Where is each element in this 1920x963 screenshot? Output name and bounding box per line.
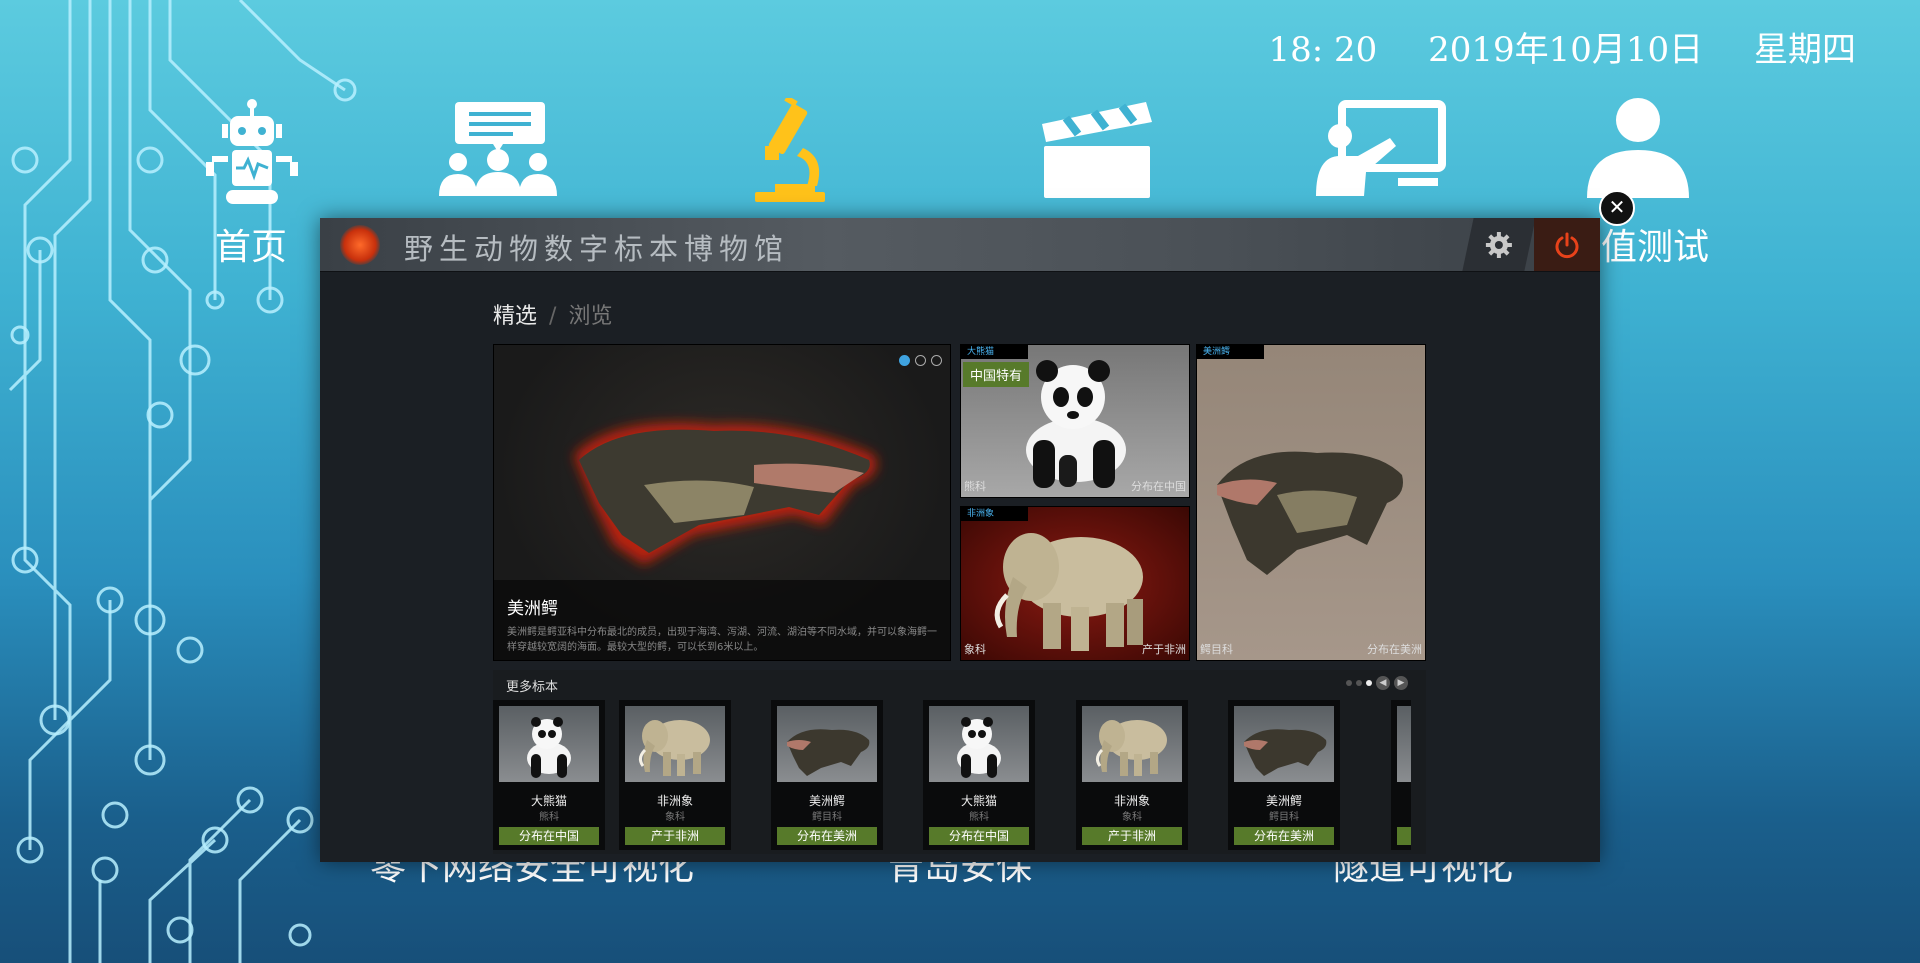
group-chat-icon xyxy=(439,102,557,196)
thumb-card[interactable]: 非洲象 象科 产于非洲 xyxy=(619,700,731,850)
pager-dot[interactable] xyxy=(1366,680,1372,686)
thumb-card[interactable]: 大熊猫 熊科 分布在中国 xyxy=(923,700,1035,850)
carousel-dot[interactable] xyxy=(915,355,926,366)
nav-chat[interactable] xyxy=(428,98,568,213)
view-tabs: 精选 / 浏览 xyxy=(493,298,612,330)
close-icon: ✕ xyxy=(1608,195,1626,219)
thumb-distribution: 分布在中国 xyxy=(499,827,599,845)
next-button[interactable]: ▶ xyxy=(1394,676,1408,690)
card-tag: 非洲象 xyxy=(961,507,1028,521)
feature-title: 美洲鳄 xyxy=(507,599,558,619)
thumb-family: 象科 xyxy=(1122,812,1142,823)
nav-home-label[interactable]: 首页 xyxy=(215,218,287,270)
thumb-card[interactable]: 美洲鳄 鳄目科 分布在美洲 xyxy=(771,700,883,850)
card-family: 鳄目科 xyxy=(1200,643,1233,656)
card-distribution: 分布在美洲 xyxy=(1367,643,1422,656)
more-title: 更多标本 xyxy=(506,680,559,695)
power-button[interactable] xyxy=(1534,218,1600,271)
dragon-logo-icon xyxy=(340,225,380,265)
carousel-dots xyxy=(894,351,942,370)
panda-thumb xyxy=(499,706,599,782)
thumb-distribution: 产于非洲 xyxy=(625,827,725,845)
prev-button[interactable]: ◀ xyxy=(1376,676,1390,690)
tab-separator: / xyxy=(549,304,557,329)
thumb-distribution: 分布在美洲 xyxy=(1234,827,1334,845)
tab-featured[interactable]: 精选 xyxy=(493,304,537,329)
chevron-left-icon: ◀ xyxy=(1379,678,1387,688)
thumb-card[interactable]: 美洲鳄 鳄目科 分布在美洲 xyxy=(1228,700,1340,850)
clock-date: 2019年10月10日 xyxy=(1428,30,1704,70)
power-icon xyxy=(1555,232,1579,258)
pager-dot[interactable] xyxy=(1356,680,1362,686)
card-distribution: 产于非洲 xyxy=(1142,643,1186,656)
carousel-dot[interactable] xyxy=(931,355,942,366)
thumb-name: 非洲象 xyxy=(656,794,693,808)
crocodile-thumb xyxy=(777,706,877,782)
presentation-icon xyxy=(1316,100,1446,196)
more-specimens: 更多标本 ◀ ▶ 大熊猫 熊科 分布在中国 非洲象 象科 产于非洲 美洲鳄 鳄目… xyxy=(493,670,1426,854)
nav-science[interactable] xyxy=(720,98,860,213)
thumb-card-partial[interactable] xyxy=(1391,700,1411,850)
nav-movies[interactable] xyxy=(1028,98,1168,213)
card-crocodile[interactable]: 美洲鳄 鳄目科 分布在美洲 xyxy=(1196,344,1426,661)
elephant-thumb xyxy=(625,706,725,782)
crocodile-image xyxy=(574,423,877,565)
thumb-family: 鳄目科 xyxy=(1269,812,1299,823)
card-tag: 美洲鳄 xyxy=(1197,345,1264,359)
thumb-distribution: 分布在美洲 xyxy=(777,827,877,845)
thumb-family: 鳄目科 xyxy=(812,812,842,823)
carousel-dot[interactable] xyxy=(899,355,910,366)
robot-icon xyxy=(206,99,298,204)
thumb-card[interactable]: 大熊猫 熊科 分布在中国 xyxy=(493,700,605,850)
thumb-distribution: 产于非洲 xyxy=(1082,827,1182,845)
gear-icon xyxy=(1486,231,1512,258)
nav-user[interactable] xyxy=(1568,98,1708,213)
feature-description: 美洲鳄是鳄亚科中分布最北的成员，出现于海湾、泻湖、河流、湖泊等不同水域，并可以象… xyxy=(507,627,937,653)
card-panda[interactable]: 大熊猫 中国特有 熊科 分布在中国 xyxy=(960,344,1190,498)
microscope-icon xyxy=(755,98,825,202)
thumb-family: 熊科 xyxy=(539,812,559,823)
endemic-badge: 中国特有 xyxy=(963,362,1030,387)
panda-thumb xyxy=(929,706,1029,782)
window-header: 野生动物数字标本博物馆 xyxy=(320,218,1600,272)
crocodile-image xyxy=(1217,451,1403,575)
window-title: 野生动物数字标本博物馆 xyxy=(404,232,790,266)
card-elephant[interactable]: 非洲象 象科 产于非洲 xyxy=(960,506,1190,661)
crocodile-thumb xyxy=(1234,706,1334,782)
clock-time: 18: 20 xyxy=(1268,30,1378,70)
clapperboard-icon xyxy=(1042,102,1152,198)
museum-window: 野生动物数字标本博物馆 精选 / 浏览 美洲鳄 美洲鳄是鳄亚科中分布最北的成员，… xyxy=(320,218,1600,862)
card-family: 熊科 xyxy=(964,480,986,493)
thumb-family: 象科 xyxy=(665,812,685,823)
thumb-distribution: 分布在中国 xyxy=(929,827,1029,845)
card-tag: 大熊猫 xyxy=(961,345,1028,359)
thumb-name: 美洲鳄 xyxy=(808,794,845,808)
thumb-name: 美洲鳄 xyxy=(1265,794,1302,808)
more-pager: ◀ ▶ xyxy=(1346,676,1408,690)
clock-weekday: 星期四 xyxy=(1754,30,1856,70)
close-button[interactable]: ✕ xyxy=(1599,190,1635,226)
thumb-name: 大熊猫 xyxy=(960,794,997,808)
settings-button[interactable] xyxy=(1462,218,1536,271)
thumb-card[interactable]: 非洲象 象科 产于非洲 xyxy=(1076,700,1188,850)
card-distribution: 分布在中国 xyxy=(1131,480,1186,493)
datetime-bar: 18: 20 2019年10月10日 星期四 xyxy=(1229,22,1856,71)
thumb-family: 熊科 xyxy=(969,812,989,823)
thumb-distribution-partial xyxy=(1397,827,1411,845)
pager-dot[interactable] xyxy=(1346,680,1352,686)
thumb-name: 非洲象 xyxy=(1113,794,1150,808)
user-icon xyxy=(1587,98,1689,198)
elephant-thumb xyxy=(1082,706,1182,782)
featured-carousel[interactable]: 美洲鳄 美洲鳄是鳄亚科中分布最北的成员，出现于海湾、泻湖、河流、湖泊等不同水域，… xyxy=(493,344,951,661)
chevron-right-icon: ▶ xyxy=(1397,678,1405,688)
elephant-image xyxy=(994,533,1143,651)
nav-presentation[interactable] xyxy=(1310,98,1450,213)
card-family: 象科 xyxy=(964,643,986,656)
thumb-image-partial xyxy=(1397,706,1411,782)
thumb-name: 大熊猫 xyxy=(530,794,567,808)
nav-home[interactable] xyxy=(182,98,322,213)
tab-browse[interactable]: 浏览 xyxy=(568,304,612,329)
feature-caption: 美洲鳄 美洲鳄是鳄亚科中分布最北的成员，出现于海湾、泻湖、河流、湖泊等不同水域，… xyxy=(494,580,950,660)
